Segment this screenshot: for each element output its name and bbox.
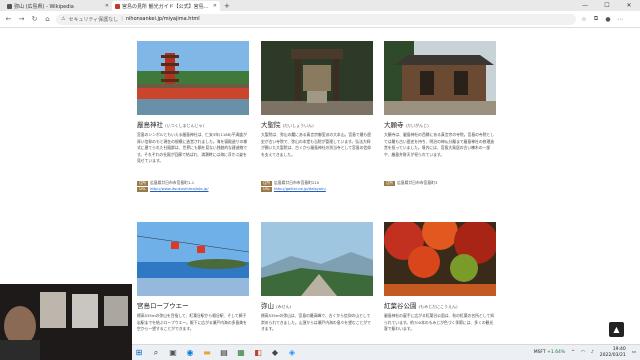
sight-title: 嚴島神社 (いつくしまじんじゃ) (137, 121, 205, 129)
store-icon[interactable]: ▤ (217, 347, 231, 359)
tray-overflow-icon[interactable]: ^ (571, 350, 575, 355)
sight-card-daishoin: 大聖院 (だいしょういん) 大聖院は、弥山の麓にある真言宗御室派の大本山。宮島で… (261, 41, 373, 192)
temple-photo (384, 41, 496, 115)
sight-card-daiganji: 大願寺 (だいがんじ) 大願寺は、嚴島神社の西隣にある真言宗の寺院。宮島の寺院と… (384, 41, 496, 186)
sight-description: 嚴島神社の裏手に広がる紅葉谷公園は、秋の紅葉の名所として知られています。約700… (384, 313, 494, 332)
temple-gate-photo (261, 41, 373, 115)
address-bar[interactable]: ⚠ セキュリティ保護なし | nihonsankei.jp/miyajima.h… (56, 13, 576, 25)
wikipedia-favicon-icon (7, 3, 12, 9)
address-badge: 住所 (137, 181, 148, 186)
clock[interactable]: 19:40 2022/03/21 (600, 347, 626, 358)
webcam-overlay (0, 284, 132, 360)
scroll-to-top-button[interactable]: ▲ (609, 322, 624, 337)
address-text: 広島県廿日市市宮島町1-1 (150, 180, 195, 185)
stock-widget[interactable]: MSFT +1.64% (534, 350, 566, 355)
more-menu-icon[interactable]: ⋯ (616, 16, 624, 23)
system-tray: MSFT +1.64% ^ ◠ ♪ 19:40 2022/03/21 ▭ (534, 347, 640, 358)
sight-title: 弥山 (みせん) (261, 302, 292, 310)
site-favicon-icon (115, 3, 120, 9)
ropeway-photo (137, 222, 249, 296)
sight-meta: 住所 広島県廿日市市宮島町210 URL http://galilei.ne.jp/… (261, 180, 373, 192)
sight-card-misen: 弥山 (みせん) 標高535mの弥山は、宮島の最高峰で、古くから信仰の山として崇… (261, 222, 373, 344)
tab-title: 弥山 (広島県) - Wikipedia (14, 3, 74, 10)
notification-icon[interactable]: ▭ (632, 350, 636, 355)
sight-card-ropeway: 宮島ロープウエー 標高535mの弥山を目指して、紅葉谷駅から榧谷駅、そして獅子岩… (137, 222, 249, 344)
sight-description: 宮島のシンボルともいえる嚴島神社は、仁安3年(1168)平清盛が厚い信仰のもと現… (137, 132, 248, 164)
sight-link[interactable]: http://galilei.ne.jp/daisyoin/ (274, 186, 326, 191)
tab-wikipedia[interactable]: 弥山 (広島県) - Wikipedia ✕ (4, 1, 112, 11)
shrine-photo (137, 41, 249, 115)
file-explorer-icon[interactable]: ▬ (200, 347, 214, 359)
reload-icon[interactable]: ↻ (30, 15, 39, 23)
mountain-photo (261, 222, 373, 296)
home-icon[interactable]: ⌂ (43, 15, 52, 23)
taskbar: ⊞ ⌕ ▣ ◉ ▬ ▤ ▦ ◧ ◆ ◈ MSFT +1.64% ^ ◠ ♪ 19… (132, 344, 640, 360)
profile-icon[interactable]: ● (604, 16, 612, 23)
address-badge: 住所 (261, 181, 272, 186)
sight-description: 標高535mの弥山は、宮島の最高峰で、古くから信仰の山として崇められてきました。… (261, 313, 371, 332)
sight-meta: 住所 広島県廿日市市宮島町3 (384, 180, 496, 186)
autumn-leaves-photo (384, 222, 496, 296)
sight-title: 大願寺 (だいがんじ) (384, 121, 429, 129)
sight-description: 標高535mの弥山を目指して、紅葉谷駅から榧谷駅、そして獅子岩駅までを結ぶロープ… (137, 313, 247, 332)
new-tab-button[interactable]: + (220, 1, 234, 11)
maximize-icon[interactable]: ☐ (596, 0, 618, 11)
sight-title: 大聖院 (だいしょういん) (261, 121, 314, 129)
sight-meta: 住所 広島県廿日市市宮島町1-1 URL http://www.itsukushim… (137, 180, 249, 192)
task-view-icon[interactable]: ▣ (166, 347, 180, 359)
sight-card-momijidani: 紅葉谷公園 (もみじだにこうえん) 嚴島神社の裏手に広がる紅葉谷公園は、秋の紅葉… (384, 222, 496, 344)
search-icon[interactable]: ⌕ (149, 347, 163, 359)
address-badge: 住所 (384, 181, 395, 186)
app-icon[interactable]: ◆ (268, 347, 282, 359)
app-icon[interactable]: ◈ (285, 347, 299, 359)
sight-description: 大願寺は、嚴島神社の西隣にある真言宗の寺院。宮島の寺院としては最も古い歴史を持ち… (384, 132, 495, 157)
sight-link[interactable]: http://www.itsukushimajinja.jp/ (150, 186, 209, 191)
date-text: 2022/03/21 (599, 352, 626, 358)
tab-title: 宮島の見所 観光ガイド【公式】宮島観光協会 (122, 3, 211, 10)
warning-icon: ⚠ (61, 16, 66, 22)
window-controls: — ☐ ✕ (574, 0, 640, 11)
url-badge: URL (261, 187, 272, 192)
tab-miyajima[interactable]: 宮島の見所 観光ガイド【公式】宮島観光協会 ✕ (112, 1, 220, 11)
minimize-icon[interactable]: — (574, 0, 596, 11)
address-text: 広島県廿日市市宮島町3 (397, 180, 438, 185)
divider: | (121, 16, 123, 22)
favorite-star-icon[interactable]: ☆ (580, 16, 588, 23)
wifi-icon[interactable]: ◠ (581, 350, 585, 355)
close-tab-icon[interactable]: ✕ (213, 3, 217, 9)
url-badge: URL (137, 187, 148, 192)
url-text: nihonsankei.jp/miyajima.html (125, 16, 200, 22)
tab-strip: 弥山 (広島県) - Wikipedia ✕ 宮島の見所 観光ガイド【公式】宮島… (0, 0, 640, 11)
sight-card-itsukushima: 嚴島神社 (いつくしまじんじゃ) 宮島のシンボルともいえる嚴島神社は、仁安3年(… (137, 41, 249, 192)
close-tab-icon[interactable]: ✕ (105, 3, 109, 9)
close-window-icon[interactable]: ✕ (618, 0, 640, 11)
edge-icon[interactable]: ◉ (183, 347, 197, 359)
browser-toolbar: ← → ↻ ⌂ ⚠ セキュリティ保護なし | nihonsankei.jp/mi… (0, 11, 640, 28)
forward-icon[interactable]: → (17, 15, 26, 23)
start-icon[interactable]: ⊞ (132, 347, 146, 359)
address-text: 広島県廿日市市宮島町210 (274, 180, 320, 185)
security-label: セキュリティ保護なし (68, 16, 119, 23)
powerpoint-icon[interactable]: ◧ (251, 347, 265, 359)
excel-icon[interactable]: ▦ (234, 347, 248, 359)
sight-title: 宮島ロープウエー (137, 302, 189, 310)
screen: 弥山 (広島県) - Wikipedia ✕ 宮島の見所 観光ガイド【公式】宮島… (0, 0, 640, 360)
sight-title: 紅葉谷公園 (もみじだにこうえん) (384, 302, 458, 310)
back-icon[interactable]: ← (4, 15, 13, 23)
collections-icon[interactable]: ⧉ (592, 15, 600, 23)
sight-description: 大聖院は、弥山の麓にある真言宗御室派の大本山。宮島で最も歴史が古い寺院で、弥山の… (261, 132, 372, 157)
volume-icon[interactable]: ♪ (591, 350, 594, 355)
